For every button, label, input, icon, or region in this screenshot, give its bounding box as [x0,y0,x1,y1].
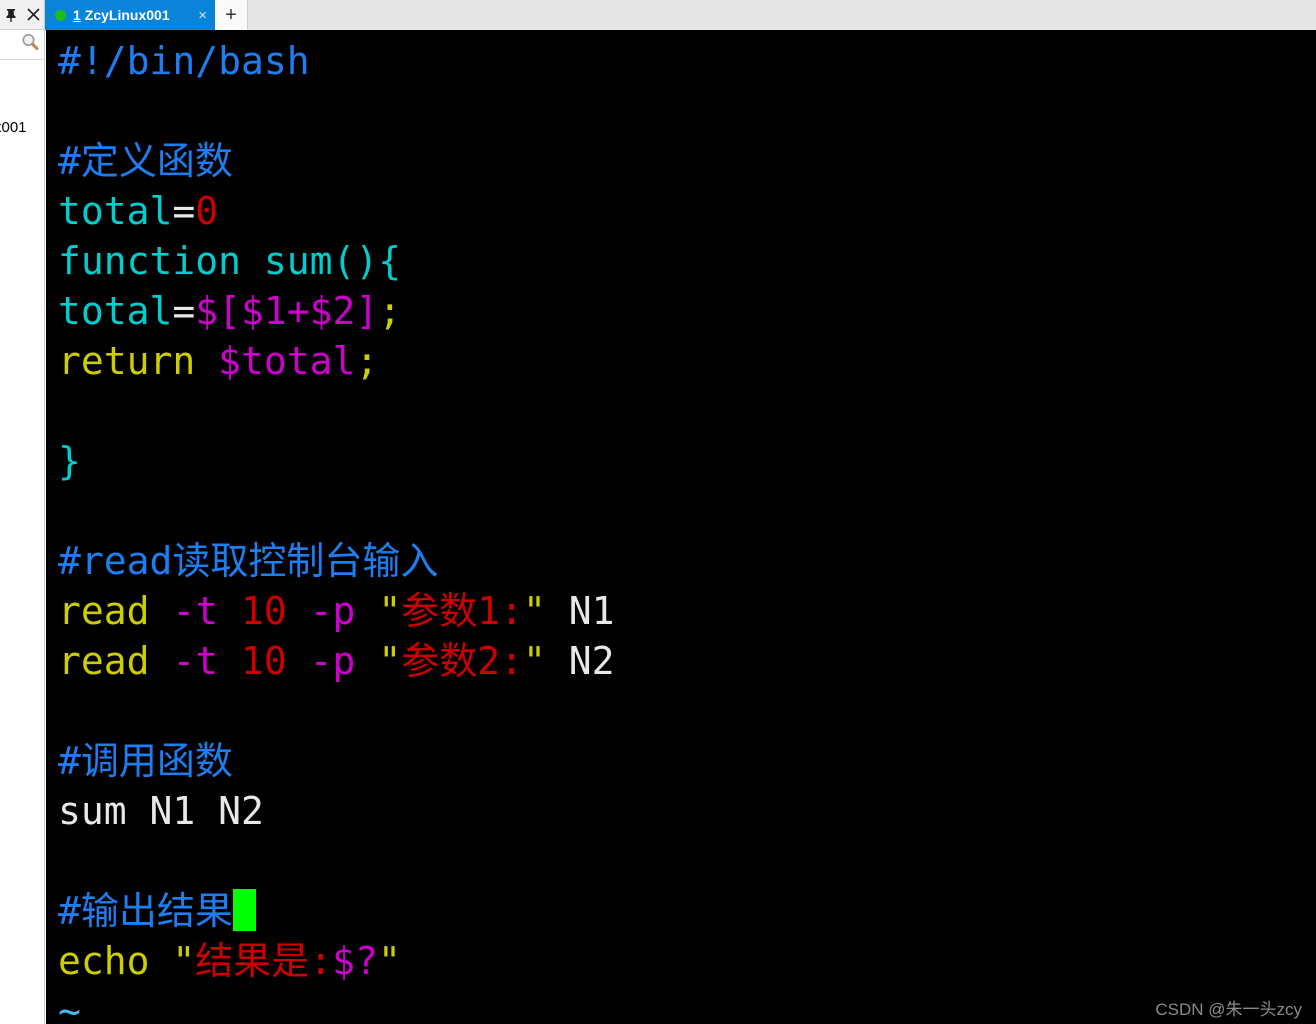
tab-close-icon[interactable]: × [198,8,207,23]
terminal-text: #输出结果 [58,889,233,933]
terminal-text: " [378,589,402,633]
terminal-line-brace-close: } [58,436,1316,486]
terminal-line-function-decl: function sum(){ [58,236,1316,286]
terminal-line-blank-2 [58,386,1316,436]
terminal-text: $? [332,939,378,983]
terminal-line-total-init: total=0 [58,186,1316,236]
terminal-text: function sum(){ [58,239,402,283]
terminal-text: 10 [241,639,310,683]
terminal-text: ; [378,289,402,333]
session-sidebar: x001 [0,0,45,1024]
terminal-text: #调用函数 [58,739,233,783]
terminal-text: $total [218,339,356,383]
terminal-text: -t [172,639,242,683]
terminal-line-comment-def: #定义函数 [58,136,1316,186]
terminal-text: " [377,939,401,983]
terminal-cursor [232,889,256,931]
terminal-line-blank-1 [58,86,1316,136]
terminal-line-blank-3 [58,486,1316,536]
terminal-line-read-n2: read -t 10 -p "参数2:" N2 [58,636,1316,686]
terminal-text: read [58,589,173,633]
terminal-line-echo-result: echo "结果是:$?" [58,936,1316,986]
terminal-text: 参数2: [401,639,523,683]
terminal-line-total-assign: total=$[$1+$2]; [58,286,1316,336]
terminal-line-comment-call: #调用函数 [58,736,1316,786]
terminal-text: ; [355,339,379,383]
terminal-line-comment-out: #输出结果 [58,886,1316,936]
terminal-line-read-n1: read -t 10 -p "参数1:" N1 [58,586,1316,636]
terminal-text: $[$1+$2] [195,289,379,333]
terminal-text: -p [309,639,379,683]
terminal-text: N2 [545,639,615,683]
sidebar-search-bar[interactable] [0,30,44,60]
terminal-text: " [378,639,402,683]
terminal-text: #定义函数 [58,139,233,183]
terminal-text: 参数1: [401,589,523,633]
terminal-text: 0 [195,189,219,233]
search-icon[interactable] [20,32,40,57]
terminal-line-blank-5 [58,836,1316,886]
terminal-text: #!/bin/bash [58,39,310,83]
terminal-line-shebang: #!/bin/bash [58,36,1316,86]
tab-bar-empty-area [248,0,1316,30]
terminal-line-blank-4 [58,686,1316,736]
terminal-text: read [58,639,173,683]
new-tab-button[interactable]: + [215,0,248,30]
terminal-text: = [172,189,196,233]
terminal-text: #read读取控制台输入 [58,539,439,583]
terminal-line-comment-read: #read读取控制台输入 [58,536,1316,586]
terminal-text: " [172,939,196,983]
terminal-text: N1 [545,589,615,633]
tab-bar: 1 ZcyLinux001 × + [45,0,1316,30]
terminal-text: -p [309,589,379,633]
terminal-text: total [58,189,173,233]
terminal-line-return-stmt: return $total; [58,336,1316,386]
tab-status-dot-icon [55,9,66,21]
terminal-text: = [172,289,196,333]
close-icon[interactable] [25,7,41,23]
terminal-text: echo [58,939,173,983]
terminal-text: " [522,589,546,633]
tab-number: 1 [73,7,81,23]
tab-title: ZcyLinux001 [84,7,170,23]
terminal-line-call-sum: sum N1 N2 [58,786,1316,836]
terminal-line-tilde-1: ~ [58,986,1316,1024]
terminal-text: sum N1 N2 [58,789,264,833]
terminal-screen[interactable]: #!/bin/bash #定义函数 total=0 function sum(){t… [46,30,1316,1024]
terminal-text: -t [172,589,242,633]
session-tree-item[interactable]: x001 [0,118,44,138]
pin-icon[interactable] [3,7,19,23]
terminal-text: total [58,289,173,333]
terminal-text: return [58,339,219,383]
sidebar-header [0,0,44,30]
terminal-text: ~ [58,989,81,1024]
terminal-text: 结果是: [195,939,333,983]
terminal-text: " [522,639,546,683]
terminal-text: 10 [241,589,310,633]
tab-zcylinux001[interactable]: 1 ZcyLinux001 × [45,0,215,30]
terminal-text: } [58,439,81,483]
session-tree[interactable]: x001 [0,60,44,138]
